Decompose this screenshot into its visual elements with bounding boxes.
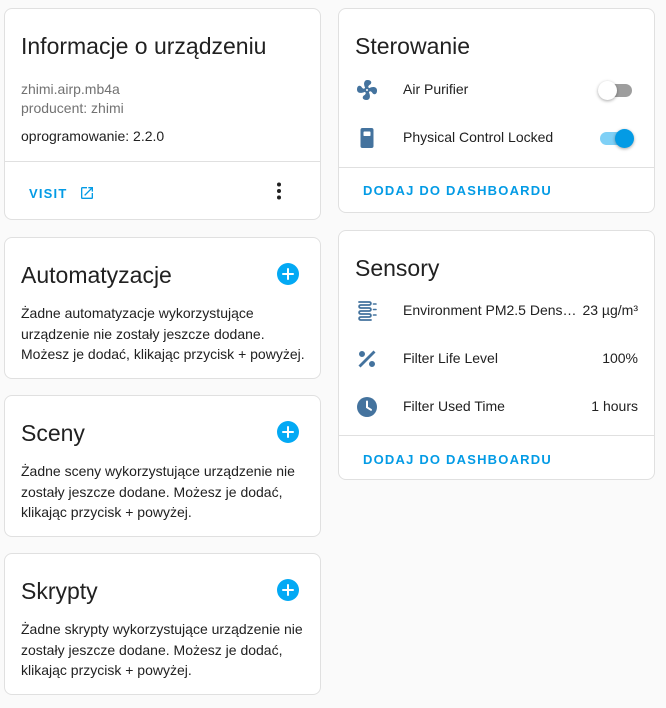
sensor-row-filter-life[interactable]: Filter Life Level 100% [355,339,638,379]
more-options-button[interactable] [267,179,291,203]
visit-button[interactable]: VISIT [29,183,95,203]
card-title: Automatyzacje [21,262,172,288]
more-vertical-icon [277,182,281,200]
automations-empty-text: Żadne automatyzacje wykorzystujące urząd… [21,305,305,362]
percent-icon [358,350,376,368]
scripts-card: Skrypty Żadne skrypty wykorzystujące urz… [4,553,321,695]
divider [339,435,654,436]
sensor-value: 23 µg/m³ [582,302,638,318]
add-script-button[interactable] [277,579,299,601]
sensor-value: 100% [602,350,638,366]
lock-device-icon [360,128,374,148]
automations-card: Automatyzacje Żadne automatyzacje wykorz… [4,237,321,379]
entity-label: Air Purifier [403,81,469,97]
visit-label: VISIT [29,185,68,201]
sensors-card: Sensory Environment PM2.5 Dens… 23 µg/m³… [338,230,655,480]
air-filter-icon [358,301,377,321]
open-in-new-icon [80,187,93,199]
device-manufacturer: producent: zhimi [21,100,124,116]
air-purifier-toggle[interactable] [598,81,634,100]
fan-icon [357,80,378,100]
add-scene-button[interactable] [277,421,299,443]
scenes-empty-text: Żadne sceny wykorzystujące urządzenie ni… [21,463,295,520]
entity-row-air-purifier[interactable]: Air Purifier [355,70,638,110]
device-firmware: oprogramowanie: 2.2.0 [21,128,165,144]
add-automation-button[interactable] [277,263,299,285]
controls-card: Sterowanie Air Purifier Physical Control… [338,8,655,213]
entity-row-physical-control-locked[interactable]: Physical Control Locked [355,118,638,158]
card-title: Informacje o urządzeniu [21,33,267,59]
scenes-card: Sceny Żadne sceny wykorzystujące urządze… [4,395,321,537]
toggle-thumb [615,129,634,148]
add-to-dashboard-button[interactable]: DODAJ DO DASHBOARDU [363,452,552,467]
sensor-label: Filter Life Level [403,350,498,366]
device-info-card: Informacje o urządzeniu zhimi.airp.mb4a … [4,8,321,220]
sensor-row-pm25[interactable]: Environment PM2.5 Dens… 23 µg/m³ [355,291,638,331]
scripts-empty-text: Żadne skrypty wykorzystujące urządzenie … [21,621,303,678]
entity-label: Physical Control Locked [403,129,554,145]
add-to-dashboard-button[interactable]: DODAJ DO DASHBOARDU [363,183,552,198]
divider [339,167,654,168]
physical-control-locked-toggle[interactable] [598,129,634,148]
sensor-row-filter-used-time[interactable]: Filter Used Time 1 hours [355,387,638,427]
sensor-label: Environment PM2.5 Dens… [403,302,577,318]
divider [5,161,320,162]
sensor-value: 1 hours [591,398,638,414]
sensor-label: Filter Used Time [403,398,505,414]
device-model: zhimi.airp.mb4a [21,81,120,97]
card-title: Sterowanie [355,33,471,59]
clock-icon [357,397,377,417]
card-title: Skrypty [21,578,98,604]
card-title: Sceny [21,420,85,446]
card-title: Sensory [355,255,440,281]
toggle-thumb [598,81,617,100]
